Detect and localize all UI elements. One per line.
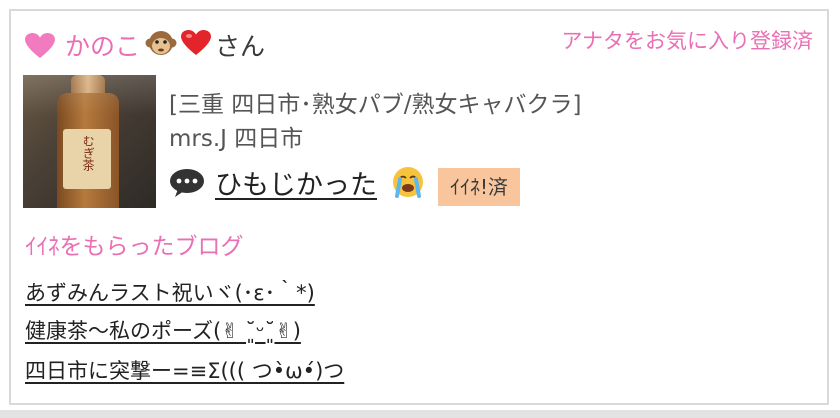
comment-icon bbox=[170, 169, 204, 197]
post-title-link[interactable]: ひもじかった bbox=[215, 163, 377, 202]
monkey-icon bbox=[145, 31, 177, 55]
heart-icon bbox=[25, 33, 55, 58]
post-thumbnail[interactable]: むぎ茶 bbox=[23, 75, 156, 208]
thumbnail-highlight bbox=[23, 75, 156, 115]
liked-blog-link[interactable]: 四日市に突撃ー=≡Σ((( つ•̀ω•́)つ bbox=[25, 355, 344, 385]
favorite-status-link[interactable]: アナタをお気に入り登録済 bbox=[561, 25, 813, 55]
like-status-badge: ｲｲﾈ!済 bbox=[438, 168, 521, 206]
card-header: かのこ さん アナタをお気に入り登録済 bbox=[25, 25, 813, 61]
red-heart-icon bbox=[181, 30, 211, 55]
next-card-edge bbox=[0, 410, 840, 418]
honorific: さん bbox=[215, 32, 266, 61]
bottle-label-text: むぎ茶 bbox=[81, 135, 95, 171]
shop-category: [三重 四日市･熟女パブ/熟女キャバクラ] bbox=[169, 92, 582, 118]
liked-blogs-heading: ｲｲﾈをもらったブログ bbox=[25, 234, 244, 260]
crying-face-icon bbox=[393, 167, 423, 198]
liked-blog-link[interactable]: 健康茶〜私のポーズ(✌︎ ˘͈ᵕ˘͈✌︎) bbox=[25, 315, 301, 345]
shop-name[interactable]: mrs.J 四日市 bbox=[169, 119, 303, 153]
user-card: かのこ さん アナタをお気に入り登録済 むぎ茶 [三重 四日市･熟女パブ/熟女キ… bbox=[9, 9, 829, 405]
liked-blog-link[interactable]: あずみんラスト祝いヾ(･ε･｀*) bbox=[25, 277, 315, 307]
user-name[interactable]: かのこ bbox=[65, 27, 140, 63]
